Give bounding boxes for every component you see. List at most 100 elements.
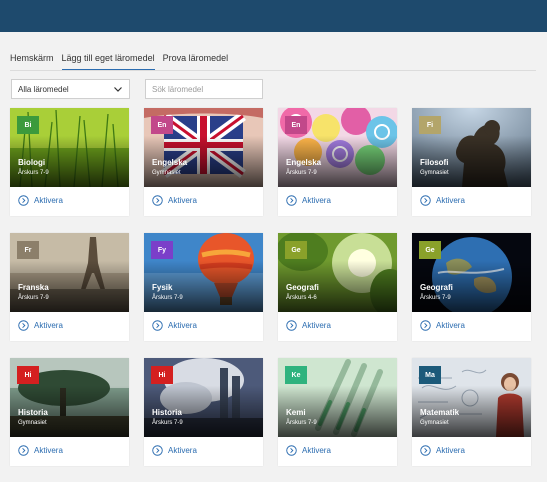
card-image: En Engelska Årskurs 7-9 [278,108,397,187]
course-card-biologi[interactable]: Bi Biologi Årskurs 7-9 Aktivera [10,108,129,216]
activate-button[interactable]: Aktivera [18,195,63,206]
subject-badge: Ma [419,366,441,384]
chevron-right-circle-icon [18,195,29,206]
course-level: Årskurs 7-9 [420,295,451,301]
course-level: Årskurs 7-9 [286,420,317,426]
course-card-fysik[interactable]: Fy Fysik Årskurs 7-9 Aktivera [144,233,263,341]
subject-badge: Hi [17,366,39,384]
course-card-historia-arskurs[interactable]: Hi Historia Årskurs 7-9 Aktivera [144,358,263,466]
activate-label: Aktivera [436,321,465,330]
activate-button[interactable]: Aktivera [420,195,465,206]
card-image: Ge Geografi Årskurs 7-9 [412,233,531,312]
activate-label: Aktivera [168,321,197,330]
course-level: Årskurs 4-6 [286,295,317,301]
chevron-right-circle-icon [152,445,163,456]
chevron-right-circle-icon [420,320,431,331]
activate-button[interactable]: Aktivera [18,445,63,456]
activate-label: Aktivera [34,446,63,455]
activate-label: Aktivera [168,196,197,205]
chevron-right-circle-icon [420,445,431,456]
subject-badge: Fy [151,241,173,259]
activate-button[interactable]: Aktivera [18,320,63,331]
course-level: Årskurs 7-9 [18,170,49,176]
card-image: Hi Historia Gymnasiet [10,358,129,437]
activate-label: Aktivera [302,321,331,330]
activate-button[interactable]: Aktivera [152,445,197,456]
course-level: Årskurs 7-9 [18,295,49,301]
activate-button[interactable]: Aktivera [286,445,331,456]
subject-badge: Bi [17,116,39,134]
course-level: Gymnasiet [420,420,449,426]
course-title: Fysik [152,283,173,292]
chevron-right-circle-icon [286,445,297,456]
course-level: Årskurs 7-9 [286,170,317,176]
course-card-geografi-7-9[interactable]: Ge Geografi Årskurs 7-9 Aktivera [412,233,531,341]
activate-button[interactable]: Aktivera [152,320,197,331]
course-title: Matematik [420,408,460,417]
tab-prova-laromedel[interactable]: Prova läromedel [163,53,229,71]
course-level: Årskurs 7-9 [152,420,183,426]
course-card-franska[interactable]: Fr Franska Årskurs 7-9 Aktivera [10,233,129,341]
course-title: Geografi [286,283,319,292]
course-card-filosofi[interactable]: Fi Filosofi Gymnasiet Aktivera [412,108,531,216]
course-card-engelska-gymnasiet[interactable]: En Engelska Gymnasiet Aktivera [144,108,263,216]
activate-label: Aktivera [436,446,465,455]
course-title: Historia [18,408,48,417]
subject-badge: Ge [419,241,441,259]
card-image: Bi Biologi Årskurs 7-9 [10,108,129,187]
activate-button[interactable]: Aktivera [420,320,465,331]
course-title: Kemi [286,408,306,417]
subject-badge: Fi [419,116,441,134]
activate-button[interactable]: Aktivera [286,195,331,206]
card-image: Fi Filosofi Gymnasiet [412,108,531,187]
activate-label: Aktivera [34,196,63,205]
chevron-right-circle-icon [152,195,163,206]
activate-label: Aktivera [436,196,465,205]
activate-label: Aktivera [168,446,197,455]
search-input[interactable] [145,79,263,99]
course-title: Engelska [152,158,188,167]
subject-badge: Ke [285,366,307,384]
course-filter-value: Alla läromedel [18,84,69,94]
course-title: Filosofi [420,158,449,167]
chevron-right-circle-icon [18,445,29,456]
chevron-right-circle-icon [18,320,29,331]
chevron-down-icon [114,87,122,92]
course-filter-dropdown[interactable]: Alla läromedel [11,79,130,99]
subject-badge: Fr [17,241,39,259]
activate-label: Aktivera [302,196,331,205]
activate-label: Aktivera [34,321,63,330]
chevron-right-circle-icon [420,195,431,206]
top-bar [0,0,547,32]
course-title: Franska [18,283,49,292]
course-card-kemi[interactable]: Ke Kemi Årskurs 7-9 Aktivera [278,358,397,466]
course-card-geografi-4-6[interactable]: Ge Geografi Årskurs 4-6 Aktivera [278,233,397,341]
tab-hemskarm[interactable]: Hemskärm [10,53,54,71]
course-title: Historia [152,408,182,417]
subject-badge: Ge [285,241,307,259]
card-image: Ge Geografi Årskurs 4-6 [278,233,397,312]
course-card-historia-gymnasiet[interactable]: Hi Historia Gymnasiet Aktivera [10,358,129,466]
card-image: Ma Matematik Gymnasiet [412,358,531,437]
course-title: Biologi [18,158,46,167]
activate-button[interactable]: Aktivera [286,320,331,331]
course-level: Gymnasiet [152,170,181,176]
activate-button[interactable]: Aktivera [152,195,197,206]
activate-label: Aktivera [302,446,331,455]
subject-badge: En [285,116,307,134]
card-image: Fr Franska Årskurs 7-9 [10,233,129,312]
activate-button[interactable]: Aktivera [420,445,465,456]
course-title: Geografi [420,283,453,292]
subject-badge: En [151,116,173,134]
tab-lagg-till-eget-laromedel[interactable]: Lägg till eget läromedel [61,53,155,71]
subject-badge: Hi [151,366,173,384]
course-level: Gymnasiet [18,420,47,426]
course-card-matematik[interactable]: Ma Matematik Gymnasiet Aktivera [412,358,531,466]
tab-bar: Hemskärm Lägg till eget läromedel Prova … [10,53,236,71]
chevron-right-circle-icon [152,320,163,331]
chevron-right-circle-icon [286,320,297,331]
card-image: Fy Fysik Årskurs 7-9 [144,233,263,312]
card-image: Hi Historia Årskurs 7-9 [144,358,263,437]
course-card-engelska-arskurs[interactable]: En Engelska Årskurs 7-9 Aktivera [278,108,397,216]
course-title: Engelska [286,158,322,167]
